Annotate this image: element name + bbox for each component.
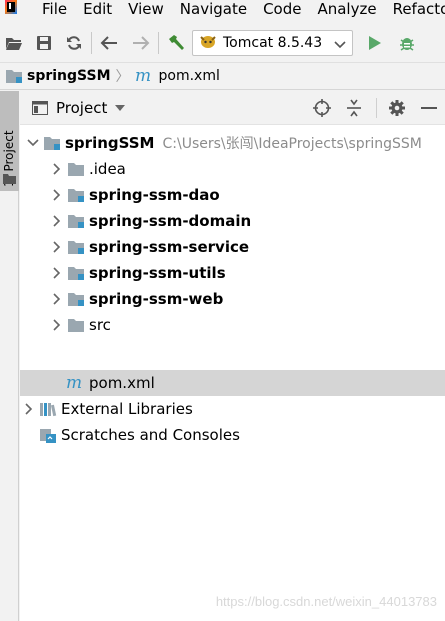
- collapsed-arrow-icon[interactable]: [49, 260, 65, 286]
- project-panel-title[interactable]: Project: [56, 99, 107, 117]
- tree-item-label: src: [89, 316, 111, 334]
- maven-icon: m: [65, 370, 87, 396]
- collapsed-arrow-icon[interactable]: [49, 286, 65, 312]
- collapse-all-icon[interactable]: [342, 96, 366, 120]
- module-folder-icon: [65, 234, 87, 260]
- breadcrumb-project[interactable]: springSSM: [5, 68, 111, 84]
- svg-text:m: m: [135, 68, 151, 84]
- expanded-arrow-icon[interactable]: [25, 130, 41, 156]
- breadcrumb-file-label: pom.xml: [158, 68, 220, 84]
- collapsed-arrow-icon[interactable]: [49, 208, 65, 234]
- run-icon[interactable]: [363, 31, 387, 55]
- debug-icon[interactable]: [395, 31, 419, 55]
- tomcat-icon: [199, 33, 217, 53]
- menu-navigate[interactable]: Navigate: [172, 0, 255, 18]
- project-panel-header: Project: [20, 91, 445, 125]
- toolbar-separator: [158, 32, 159, 54]
- menu-refactor[interactable]: Refactor: [385, 0, 445, 18]
- chevron-down-icon: [334, 34, 346, 53]
- tree-row-module[interactable]: spring-ssm-utils: [20, 260, 445, 286]
- tree-item-label: spring-ssm-domain: [89, 212, 252, 230]
- module-folder-icon: [41, 130, 63, 156]
- tree-item-label: External Libraries: [61, 400, 193, 418]
- library-icon: [37, 396, 59, 422]
- project-window-icon: [32, 100, 48, 115]
- watermark: https://blog.csdn.net/weixin_44013783: [215, 594, 437, 609]
- run-config-label: Tomcat 8.5.43: [223, 35, 323, 51]
- breadcrumb: springSSM 〉 m pom.xml: [0, 62, 445, 90]
- root-project-label: springSSM: [65, 134, 155, 152]
- tree-item-label: spring-ssm-utils: [89, 264, 226, 282]
- tree-item-label: pom.xml: [89, 374, 155, 392]
- header-separator: [376, 98, 377, 118]
- tree-row-root[interactable]: springSSM C:\Users\张闯\IdeaProjects\sprin…: [20, 130, 445, 156]
- view-dropdown-icon[interactable]: [115, 104, 126, 111]
- tree-row-module[interactable]: spring-ssm-domain: [20, 208, 445, 234]
- collapsed-arrow-icon[interactable]: [21, 396, 37, 422]
- tree-row-external-libraries[interactable]: External Libraries: [20, 396, 445, 422]
- locate-icon[interactable]: [310, 96, 334, 120]
- root-project-path: C:\Users\张闯\IdeaProjects\springSSM: [162, 136, 422, 152]
- folder-icon: [3, 169, 16, 188]
- settings-gear-icon[interactable]: [385, 96, 409, 120]
- maven-icon: m: [135, 68, 155, 84]
- collapsed-arrow-icon[interactable]: [49, 156, 65, 182]
- module-folder-icon: [5, 68, 23, 84]
- collapsed-arrow-icon[interactable]: [49, 182, 65, 208]
- tree-item-label: spring-ssm-web: [89, 290, 224, 308]
- tree-item-label: spring-ssm-service: [89, 238, 250, 256]
- intellij-logo-icon: [0, 0, 22, 18]
- minimize-icon[interactable]: [417, 96, 441, 120]
- tree-row-module[interactable]: spring-ssm-web: [20, 286, 445, 312]
- build-hammer-icon[interactable]: [164, 31, 188, 55]
- folder-icon: [65, 156, 87, 182]
- open-folder-icon[interactable]: [2, 31, 26, 55]
- tree-row-module[interactable]: spring-ssm-dao: [20, 182, 445, 208]
- collapsed-arrow-icon[interactable]: [49, 234, 65, 260]
- tree-row-src[interactable]: src: [20, 312, 445, 338]
- save-icon[interactable]: [32, 31, 56, 55]
- toolbar-separator: [91, 32, 92, 54]
- tree-row-idea[interactable]: .idea: [20, 156, 445, 182]
- project-tool-tab[interactable]: 1: Project: [0, 91, 19, 191]
- forward-arrow-icon[interactable]: [129, 31, 153, 55]
- menu-bar: File Edit View Navigate Code Analyze Ref…: [0, 0, 445, 18]
- menu-code[interactable]: Code: [255, 0, 309, 18]
- module-folder-icon: [65, 208, 87, 234]
- scratches-icon: [37, 422, 59, 448]
- sync-icon[interactable]: [62, 31, 86, 55]
- module-folder-icon: [65, 286, 87, 312]
- tree-item-label: .idea: [89, 160, 126, 178]
- breadcrumb-file[interactable]: m pom.xml: [135, 68, 220, 84]
- main-toolbar: Tomcat 8.5.43: [0, 26, 445, 60]
- breadcrumb-separator: 〉: [115, 69, 130, 85]
- left-tool-strip: 1: Project: [0, 91, 19, 621]
- tree-row-pom[interactable]: m pom.xml: [20, 370, 445, 396]
- folder-icon: [65, 312, 87, 338]
- tree-row-scratches[interactable]: Scratches and Consoles: [20, 422, 445, 448]
- run-configuration-selector[interactable]: Tomcat 8.5.43: [192, 30, 353, 56]
- collapsed-arrow-icon[interactable]: [49, 312, 65, 338]
- menu-file[interactable]: File: [22, 0, 75, 18]
- module-folder-icon: [65, 260, 87, 286]
- project-panel: Project springSSM C:\Users\张闯\IdeaProjec…: [20, 91, 445, 621]
- tree-item-label: Scratches and Consoles: [61, 426, 240, 444]
- tree-item-label: spring-ssm-dao: [89, 186, 220, 204]
- tree-row-module[interactable]: spring-ssm-service: [20, 234, 445, 260]
- module-folder-icon: [65, 182, 87, 208]
- panel-header-actions: [302, 91, 445, 125]
- back-arrow-icon[interactable]: [97, 31, 121, 55]
- svg-text:m: m: [66, 375, 82, 391]
- menu-analyze[interactable]: Analyze: [309, 0, 384, 18]
- menu-view[interactable]: View: [120, 0, 172, 18]
- breadcrumb-project-label: springSSM: [27, 68, 111, 84]
- menu-edit[interactable]: Edit: [75, 0, 120, 18]
